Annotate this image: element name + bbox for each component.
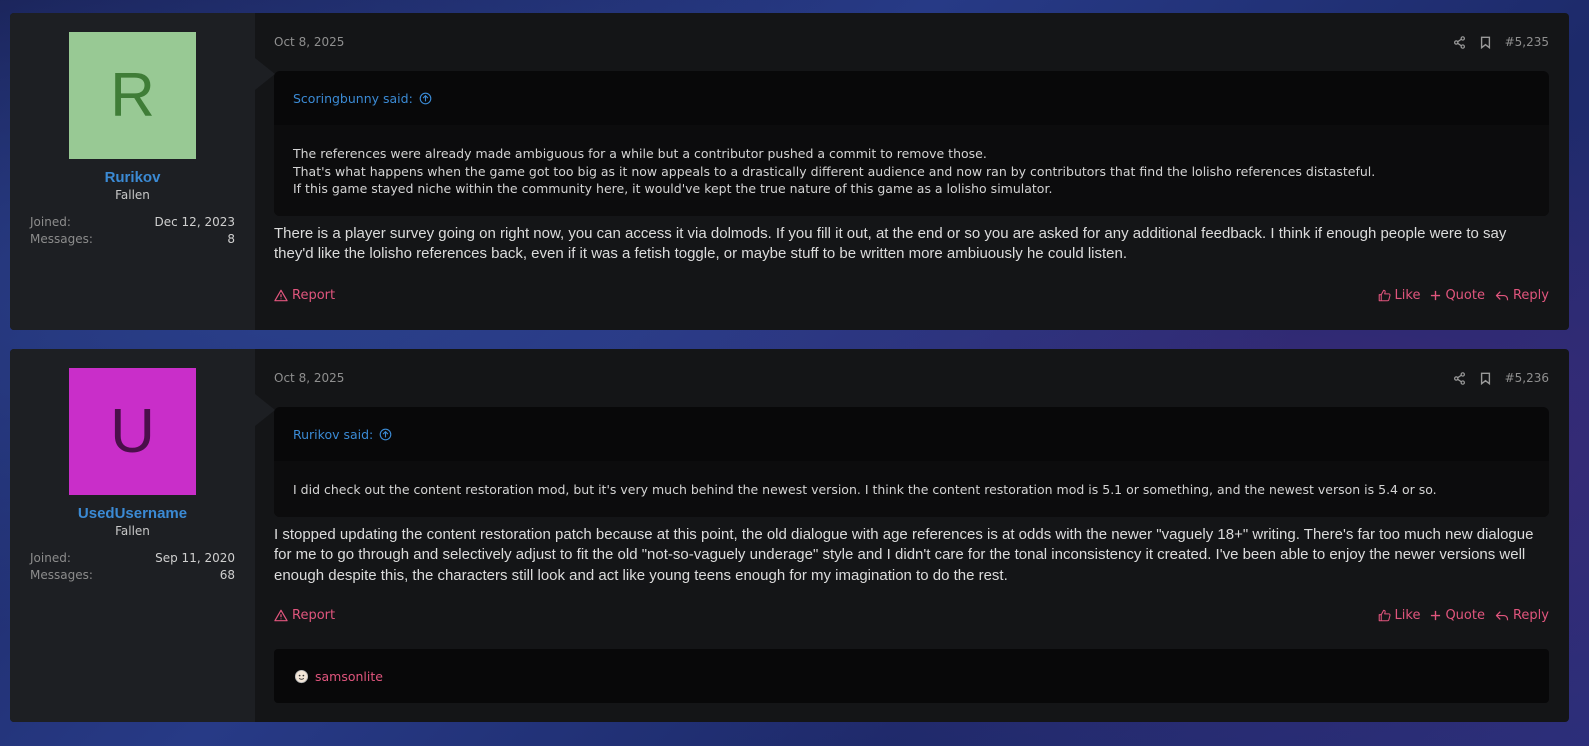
quote-body: I did check out the content restoration … <box>274 461 1549 517</box>
arrow-up-circle-icon[interactable] <box>419 92 432 105</box>
messages-value: 8 <box>227 232 235 246</box>
report-label: Report <box>292 608 336 623</box>
joined-value: Sep 11, 2020 <box>155 551 235 565</box>
warning-triangle-icon <box>274 289 288 302</box>
user-stats: Joined: Dec 12, 2023 Messages: 8 <box>30 214 235 248</box>
message-body: There is a player survey going on right … <box>274 224 1507 263</box>
arrow-up-circle-icon[interactable] <box>379 428 392 441</box>
post-date[interactable]: Oct 8, 2025 <box>274 371 344 385</box>
messages-label: Messages: <box>30 568 93 582</box>
reply-button[interactable]: Reply <box>1495 608 1549 623</box>
joined-label: Joined: <box>30 551 71 565</box>
reaction-user-link[interactable]: samsonlite <box>315 669 383 684</box>
post-date[interactable]: Oct 8, 2025 <box>274 35 344 49</box>
quote-author[interactable]: Rurikov said: <box>293 427 373 442</box>
messages-label: Messages: <box>30 232 93 246</box>
share-icon[interactable] <box>1453 35 1466 49</box>
like-label: Like <box>1394 608 1421 623</box>
report-button[interactable]: Report <box>274 288 335 303</box>
like-button[interactable]: Like <box>1378 288 1421 303</box>
quote-line: If this game stayed niche within the com… <box>293 181 1053 196</box>
post: U UsedUsername Fallen Joined: Sep 11, 202… <box>10 349 1569 722</box>
reply-arrow-icon <box>1495 610 1509 622</box>
like-label: Like <box>1394 288 1421 303</box>
user-title: Fallen <box>115 188 150 202</box>
thumbs-up-icon <box>1378 609 1391 622</box>
quote-button[interactable]: Quote <box>1430 608 1485 623</box>
report-button[interactable]: Report <box>274 608 335 623</box>
thumbs-up-icon <box>1378 289 1391 302</box>
joined-label: Joined: <box>30 215 71 229</box>
plus-icon <box>1430 290 1441 301</box>
message-cell: Oct 8, 2025 #5,235 Scoringbunny said: Th… <box>255 13 1569 330</box>
quote-line: I did check out the content restoration … <box>293 482 1437 497</box>
quote-button[interactable]: Quote <box>1430 288 1485 303</box>
post-number[interactable]: #5,236 <box>1505 371 1549 385</box>
reaction-face-icon <box>294 669 309 684</box>
post: R Rurikov Fallen Joined: Dec 12, 2023 Mes… <box>10 13 1569 330</box>
user-title: Fallen <box>115 524 150 538</box>
report-label: Report <box>292 288 336 303</box>
user-stats: Joined: Sep 11, 2020 Messages: 68 <box>30 550 235 584</box>
post-header: Oct 8, 2025 #5,235 <box>274 13 1549 71</box>
reply-arrow-icon <box>1495 290 1509 302</box>
quote-header[interactable]: Rurikov said: <box>274 407 1549 461</box>
quote-header[interactable]: Scoringbunny said: <box>274 71 1549 125</box>
user-cell: R Rurikov Fallen Joined: Dec 12, 2023 Mes… <box>10 13 275 330</box>
quote-label: Quote <box>1445 288 1485 303</box>
post-actions: Report Like Quote Reply <box>274 608 1549 623</box>
reply-button[interactable]: Reply <box>1495 288 1549 303</box>
reply-label: Reply <box>1512 288 1549 303</box>
post-header: Oct 8, 2025 #5,236 <box>274 349 1549 407</box>
quote-label: Quote <box>1445 608 1485 623</box>
avatar[interactable]: U <box>69 368 196 495</box>
quote-block: Rurikov said: I did check out the conten… <box>274 407 1549 517</box>
username[interactable]: Rurikov <box>105 169 161 186</box>
warning-triangle-icon <box>274 609 288 622</box>
post-actions: Report Like Quote Reply <box>274 288 1549 303</box>
reply-label: Reply <box>1512 608 1549 623</box>
joined-value: Dec 12, 2023 <box>154 215 235 229</box>
post-number[interactable]: #5,235 <box>1505 35 1549 49</box>
share-icon[interactable] <box>1453 371 1466 385</box>
bookmark-icon[interactable] <box>1480 36 1491 49</box>
quote-body: The references were already made ambiguo… <box>274 125 1549 216</box>
quote-author[interactable]: Scoringbunny said: <box>293 91 413 106</box>
messages-value: 68 <box>219 568 235 582</box>
bookmark-icon[interactable] <box>1480 372 1491 385</box>
username[interactable]: UsedUsername <box>78 505 187 522</box>
reactions-bar: samsonlite <box>274 649 1549 703</box>
quote-line: The references were already made ambiguo… <box>293 146 987 161</box>
quote-block: Scoringbunny said: The references were a… <box>274 71 1549 216</box>
message-body: I stopped updating the content restorati… <box>274 525 1534 584</box>
like-button[interactable]: Like <box>1378 608 1421 623</box>
quote-line: That's what happens when the game got to… <box>293 163 1376 179</box>
message-cell: Oct 8, 2025 #5,236 Rurikov said: I did c… <box>255 349 1569 722</box>
user-cell: U UsedUsername Fallen Joined: Sep 11, 202… <box>10 349 275 722</box>
avatar[interactable]: R <box>69 32 196 159</box>
plus-icon <box>1430 610 1441 621</box>
